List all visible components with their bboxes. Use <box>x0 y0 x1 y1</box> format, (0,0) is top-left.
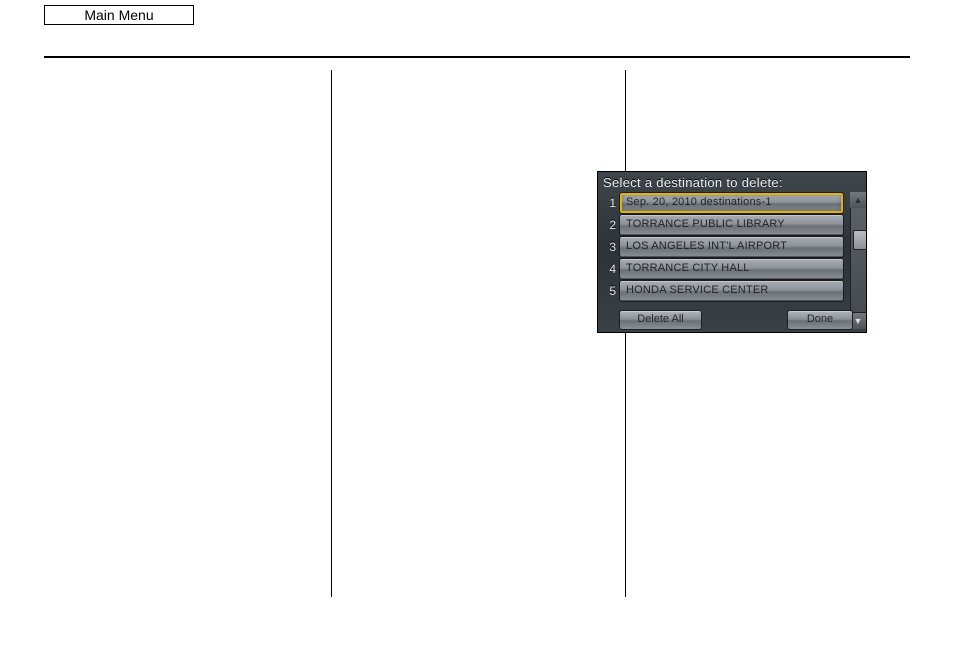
nav-destination-row: 1 Sep. 20, 2010 destinations-1 <box>598 192 846 214</box>
column-1 <box>44 70 331 597</box>
nav-scrollbar: ▲ ▼ <box>850 192 866 329</box>
content-columns <box>44 70 910 597</box>
section-divider <box>44 56 910 58</box>
nav-destination-row: 2 TORRANCE PUBLIC LIBRARY <box>598 214 846 236</box>
scroll-track[interactable] <box>850 208 866 313</box>
delete-all-button[interactable]: Delete All <box>619 310 702 330</box>
nav-title: Select a destination to delete: <box>598 172 866 192</box>
column-3 <box>625 70 910 597</box>
destination-item-2[interactable]: TORRANCE PUBLIC LIBRARY <box>619 214 844 236</box>
scroll-thumb[interactable] <box>853 230 866 250</box>
column-2 <box>331 70 625 597</box>
row-index: 4 <box>598 258 619 280</box>
destination-item-4[interactable]: TORRANCE CITY HALL <box>619 258 844 280</box>
main-menu-button[interactable]: Main Menu <box>44 5 194 25</box>
nav-delete-destination-screen: Select a destination to delete: 1 Sep. 2… <box>598 172 866 332</box>
row-index: 3 <box>598 236 619 258</box>
nav-destination-row: 5 HONDA SERVICE CENTER <box>598 280 846 302</box>
row-index: 2 <box>598 214 619 236</box>
nav-destination-row: 3 LOS ANGELES INT'L AIRPORT <box>598 236 846 258</box>
nav-destination-list: 1 Sep. 20, 2010 destinations-1 2 TORRANC… <box>598 192 846 302</box>
done-button[interactable]: Done <box>787 310 853 330</box>
destination-item-1[interactable]: Sep. 20, 2010 destinations-1 <box>619 192 844 214</box>
destination-item-3[interactable]: LOS ANGELES INT'L AIRPORT <box>619 236 844 258</box>
nav-bottom-buttons: Delete All Done <box>619 310 863 330</box>
destination-item-5[interactable]: HONDA SERVICE CENTER <box>619 280 844 302</box>
row-index: 1 <box>598 192 619 214</box>
row-index: 5 <box>598 280 619 302</box>
scroll-up-arrow-icon[interactable]: ▲ <box>850 192 866 209</box>
nav-destination-row: 4 TORRANCE CITY HALL <box>598 258 846 280</box>
